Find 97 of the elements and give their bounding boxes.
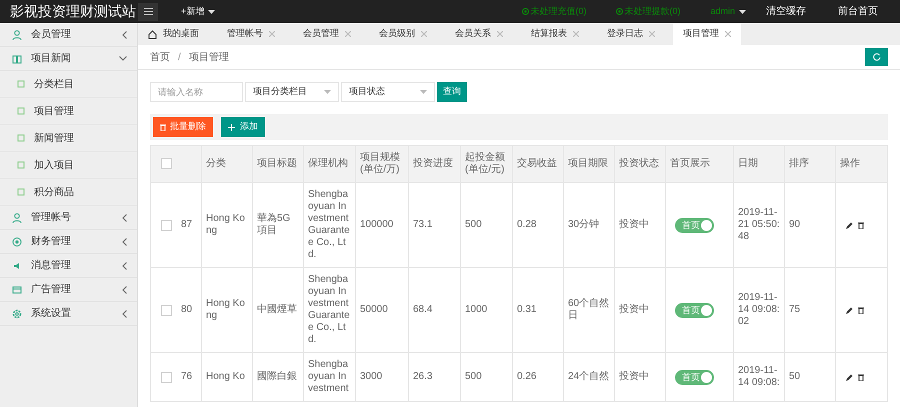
table-cell: 26.3 [408,352,460,402]
row-id: 80 [181,304,192,316]
pencil-icon [846,222,853,228]
refresh-icon [872,53,880,61]
select-field[interactable]: 项目状态 [341,82,435,102]
submenu-item[interactable]: 项目管理 [0,98,137,125]
table-cell: 投资中 [614,352,666,402]
submenu-item[interactable]: 分类栏目 [0,71,137,98]
tab[interactable]: 结算报表 [521,23,589,45]
site-title: 影视投资理财测试站 [9,2,137,21]
caret-icon [420,90,427,94]
tab[interactable]: 会员关系 [445,23,513,45]
table-cell: 0.26 [512,352,564,402]
list-icon [17,161,25,169]
notice-link[interactable]: 未处理充值(0) [522,4,586,18]
edit-button[interactable] [846,374,853,380]
breadcrumb-separator: / [178,50,181,64]
sidebar-item[interactable]: 管理帐号 [0,206,137,230]
list-icon [17,107,25,115]
table-cell: 500 [460,352,512,402]
user-menu[interactable]: admin [710,4,746,18]
row-checkbox[interactable] [161,372,172,382]
table-cell: 國際白銀 [252,352,304,402]
name-input[interactable]: 请输入名称 [150,82,243,102]
close-icon [345,31,351,37]
gear-icon [12,308,22,318]
user-icon [12,30,22,40]
row-id: 87 [181,219,192,231]
tab[interactable]: 项目管理 [673,23,741,45]
breadcrumb-item[interactable]: 首页 [150,50,170,64]
tab[interactable]: 会员管理 [293,23,361,45]
home-icon [148,30,157,38]
delete-button[interactable] [858,374,864,380]
add-button[interactable]: 添加 [221,117,265,137]
edit-button[interactable] [846,222,853,228]
breadcrumb-item[interactable]: 项目管理 [188,50,229,64]
pencil-icon [846,374,853,380]
tab[interactable]: 会员级别 [369,23,437,45]
row-checkbox[interactable] [161,220,172,230]
book-icon [12,54,22,64]
edit-button[interactable] [846,306,853,314]
tab[interactable]: 管理帐号 [217,23,285,45]
submenu-item[interactable]: 积分商品 [0,179,137,206]
row-checkbox[interactable] [161,304,172,316]
list-icon [17,134,25,142]
sidebar-item[interactable]: 消息管理 [0,254,137,278]
search-button[interactable]: 查询 [437,82,467,102]
table-cell: Hong Ko [202,352,252,402]
submenu-item[interactable]: 新闻管理 [0,125,137,152]
sidebar-item[interactable]: 广告管理 [0,278,137,302]
speaker-icon [12,260,22,270]
close-icon [421,31,427,37]
close-icon [497,31,503,37]
header-link[interactable]: 清空缓存 [766,4,806,19]
user-icon [12,212,22,222]
list-icon [17,188,25,196]
row-id: 76 [181,371,192,383]
sidebar-item[interactable]: 系统设置 [0,302,137,326]
menu-icon [144,8,152,15]
sidebar-item[interactable]: 项目新闻 [0,47,137,71]
close-icon [649,31,655,37]
close-icon [573,31,579,37]
refresh-button[interactable] [865,48,888,66]
trash-icon [858,222,864,228]
close-icon [269,31,275,37]
delete-button[interactable] [858,222,864,228]
header-link[interactable]: 前台首页 [838,4,878,19]
select-all-checkbox[interactable] [161,158,172,169]
select-field[interactable]: 项目分类栏目 [245,82,339,102]
caret-icon [324,90,331,94]
submenu-item[interactable]: 加入项目 [0,152,137,179]
card-icon [12,284,22,294]
trash-icon [858,306,864,314]
coin-icon [12,236,22,246]
trash-icon [160,124,166,130]
tab[interactable]: 登录日志 [597,23,665,45]
trash-icon [858,374,864,380]
table-cell: 24个自然 [564,352,614,402]
add-menu[interactable]: +新增 [181,4,216,18]
table-cell: 3000 [356,352,408,402]
table-cell: Shengbaoyuan Investment [304,352,356,402]
menu-button[interactable] [138,2,158,20]
notice-link[interactable]: 未处理提款(0) [616,4,680,18]
table-cell: 2019-11-14 09:08: [734,352,784,402]
table-cell: 50 [784,352,836,402]
close-icon [725,31,731,37]
bell-icon [616,8,624,15]
list-icon [17,80,25,88]
sidebar-item[interactable]: 会员管理 [0,23,137,47]
plus-icon [228,124,235,130]
pencil-icon [846,306,853,314]
sidebar-item[interactable]: 财务管理 [0,230,137,254]
caret-icon [208,10,216,14]
bell-icon [522,8,530,15]
delete-button[interactable] [858,306,864,314]
tab[interactable]: 我的桌面 [138,23,209,45]
caret-icon [739,10,746,14]
